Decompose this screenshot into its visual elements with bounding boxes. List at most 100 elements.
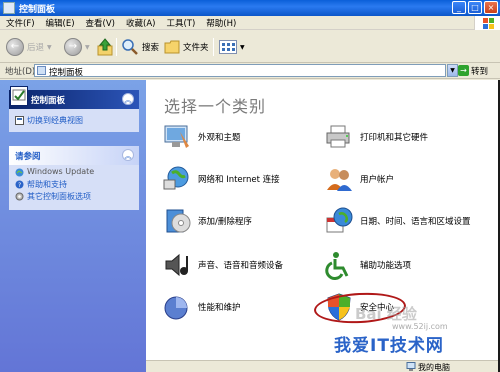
minimize-button[interactable]: _ <box>452 1 466 14</box>
menu-help[interactable]: 帮助(H) <box>200 16 241 29</box>
collapse-chevron-icon[interactable]: ︽ <box>122 149 134 161</box>
go-button[interactable]: → 转到 <box>458 64 498 77</box>
back-arrow-icon: ← <box>6 38 24 56</box>
category-label: 添加/删除程序 <box>198 217 252 227</box>
go-arrow-icon: → <box>458 65 469 76</box>
control-panel-task-box: 控制面板 ︽ 切换到经典视图 <box>9 86 139 132</box>
status-bar: 我的电脑 <box>146 360 498 372</box>
windows-logo-icon <box>474 16 500 30</box>
folders-label: 文件夹 <box>183 43 209 53</box>
views-icon <box>219 40 237 54</box>
category-add-remove-programs[interactable]: 添加/删除程序 <box>162 206 252 236</box>
category-label: 网络和 Internet 连接 <box>198 175 280 185</box>
user-accounts-icon <box>327 169 352 191</box>
back-label: 后退 <box>27 43 45 53</box>
category-sounds-speech-audio[interactable]: 声音、语音和音频设备 <box>162 250 283 280</box>
help-icon: ? <box>15 180 24 189</box>
toolbar-separator <box>116 38 117 56</box>
folders-button[interactable]: 文件夹 <box>164 37 209 57</box>
switch-classic-view-link[interactable]: 切换到经典视图 <box>9 115 139 127</box>
classic-view-icon <box>15 116 24 125</box>
svg-text:?: ? <box>18 182 21 189</box>
category-date-time-language-region[interactable]: 日期、时间、语言和区域设置 <box>324 206 471 236</box>
add-remove-programs-icon <box>166 209 191 233</box>
switch-classic-view-label: 切换到经典视图 <box>27 116 83 125</box>
windows-update-link[interactable]: Windows Update <box>9 167 139 179</box>
other-options-link[interactable]: 其它控制面板选项 <box>9 191 139 203</box>
folders-icon <box>164 40 180 54</box>
address-bar: 地址(D) 控制面板 ▼ → 转到 <box>0 63 500 79</box>
menu-file[interactable]: 文件(F) <box>0 16 40 29</box>
up-folder-icon <box>97 38 113 56</box>
back-dropdown-icon[interactable]: ▼ <box>47 44 52 51</box>
category-label: 辅助功能选项 <box>360 261 412 271</box>
search-button[interactable]: 搜索 <box>121 37 159 57</box>
maximize-button[interactable]: □ <box>468 1 482 14</box>
appearance-icon <box>164 125 189 148</box>
category-label: 性能和维护 <box>198 303 241 313</box>
page-title: 选择一个类别 <box>164 97 267 116</box>
network-icon <box>163 166 189 190</box>
toolbar-separator <box>213 38 214 56</box>
category-appearance-themes[interactable]: 外观和主题 <box>162 122 241 152</box>
date-time-icon <box>326 207 353 233</box>
search-label: 搜索 <box>142 43 160 53</box>
views-dropdown-icon[interactable]: ▼ <box>240 44 245 51</box>
up-folder-button[interactable] <box>97 37 113 57</box>
go-label: 转到 <box>471 66 489 77</box>
back-button[interactable]: ← 后退 ▼ <box>6 37 52 57</box>
window-title: 控制面板 <box>19 5 56 15</box>
control-panel-small-icon <box>37 66 46 75</box>
see-also-title: 请参阅 <box>15 152 41 162</box>
category-user-accounts[interactable]: 用户帐户 <box>324 164 394 194</box>
category-performance-maintenance[interactable]: 性能和维护 <box>162 292 241 322</box>
help-support-link[interactable]: ? 帮助和支持 <box>9 179 139 191</box>
see-also-header[interactable]: 请参阅 ︽ <box>9 146 139 165</box>
category-accessibility-options[interactable]: 辅助功能选项 <box>324 250 411 280</box>
collapse-chevron-icon[interactable]: ︽ <box>122 93 134 105</box>
forward-dropdown-icon[interactable]: ▼ <box>85 44 90 51</box>
control-panel-task-title: 控制面板 <box>31 96 66 106</box>
address-input[interactable]: 控制面板 <box>34 64 446 78</box>
printer-icon <box>326 125 350 148</box>
status-text: 我的电脑 <box>418 363 450 372</box>
category-printers-hardware[interactable]: 打印机和其它硬件 <box>324 122 428 152</box>
menu-view[interactable]: 查看(V) <box>80 16 120 29</box>
windows-update-label: Windows Update <box>27 167 95 176</box>
forward-button[interactable]: → ▼ <box>64 37 90 57</box>
toolbar: ← 后退 ▼ → ▼ 搜索 文件夹 ▼ <box>0 31 500 63</box>
my-computer-icon <box>406 362 416 371</box>
menu-tools[interactable]: 工具(T) <box>160 16 200 29</box>
control-panel-task-header[interactable]: 控制面板 ︽ <box>9 86 139 109</box>
gear-icon <box>15 192 24 201</box>
category-label: 用户帐户 <box>360 175 395 185</box>
title-bar[interactable]: 控制面板 _ □ × <box>0 0 500 16</box>
task-pane: 控制面板 ︽ 切换到经典视图 请参阅 ︽ Windows Update ? 帮助… <box>0 80 146 372</box>
control-panel-window: 控制面板 _ □ × 文件(F) 编辑(E) 查看(V) 收藏(A) 工具(T)… <box>0 0 500 372</box>
help-support-label: 帮助和支持 <box>27 180 67 189</box>
category-label: 打印机和其它硬件 <box>360 133 429 143</box>
see-also-task-box: 请参阅 ︽ Windows Update ? 帮助和支持 其它控制面板选项 <box>9 146 139 210</box>
address-value: 控制面板 <box>49 68 84 78</box>
other-options-label: 其它控制面板选项 <box>27 192 91 201</box>
control-panel-window-icon <box>3 2 15 14</box>
baidu-watermark: Bai 经验 <box>355 305 417 323</box>
menu-edit[interactable]: 编辑(E) <box>40 16 80 29</box>
menu-favorites[interactable]: 收藏(A) <box>120 16 160 29</box>
close-button[interactable]: × <box>484 1 498 14</box>
performance-icon <box>164 296 188 320</box>
site-name-watermark: 我爱IT技术网 <box>334 336 444 356</box>
sound-icon <box>165 253 188 277</box>
category-label: 声音、语音和音频设备 <box>198 261 284 271</box>
windows-update-icon <box>15 168 24 177</box>
category-network-internet[interactable]: 网络和 Internet 连接 <box>162 164 280 194</box>
forward-arrow-icon: → <box>64 38 82 56</box>
menu-bar: 文件(F) 编辑(E) 查看(V) 收藏(A) 工具(T) 帮助(H) <box>0 16 500 30</box>
accessibility-icon <box>325 252 349 280</box>
search-icon <box>122 39 138 55</box>
category-label: 外观和主题 <box>198 133 241 143</box>
control-panel-icon <box>10 86 28 106</box>
address-dropdown-button[interactable]: ▼ <box>447 64 458 77</box>
site-url-watermark: www.52ij.com <box>392 322 448 331</box>
views-button[interactable]: ▼ <box>219 37 245 57</box>
